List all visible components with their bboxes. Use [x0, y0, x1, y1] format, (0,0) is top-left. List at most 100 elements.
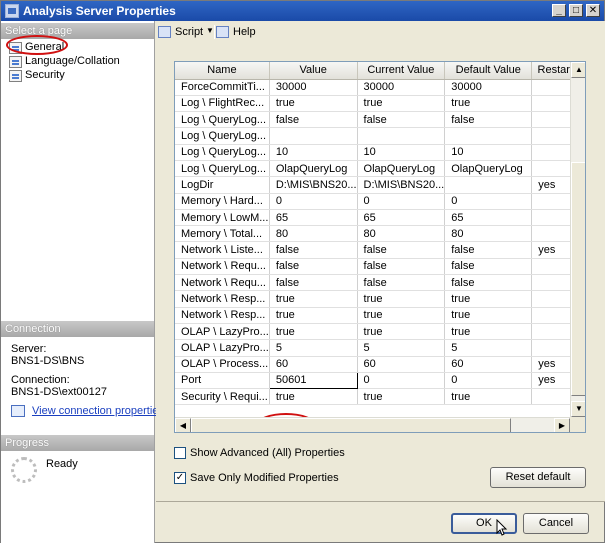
app-icon [5, 4, 19, 18]
property-value[interactable]: 65 [269, 209, 358, 227]
property-current-value: false [357, 274, 446, 292]
horizontal-scroll-thumb[interactable] [191, 418, 511, 432]
show-advanced-checkbox[interactable] [174, 447, 186, 459]
column-header-default-value[interactable]: Default Value [444, 62, 533, 80]
property-current-value: 0 [357, 193, 446, 210]
table-row[interactable]: Security \ Requi... true true true [175, 388, 580, 406]
table-row[interactable]: Memory \ Hard... 0 0 0 [175, 193, 580, 210]
property-name: OLAP \ Process... [175, 356, 270, 373]
table-row[interactable]: Network \ Resp... true true true [175, 290, 580, 308]
property-name: Log \ QueryLog... [175, 144, 270, 161]
server-label: Server: [11, 343, 47, 355]
property-value[interactable]: false [269, 241, 358, 259]
horizontal-scrollbar[interactable]: ◀ ▶ [175, 417, 570, 432]
property-current-value: 80 [357, 225, 446, 243]
column-header-value[interactable]: Value [269, 62, 358, 80]
port-value-input[interactable]: 50601 [268, 371, 358, 390]
property-value[interactable]: false [269, 258, 358, 276]
property-value[interactable]: true [269, 388, 358, 406]
table-row[interactable]: Network \ Requ... false false false [175, 258, 580, 276]
table-row[interactable]: LogDir D:\MIS\BNS20... D:\MIS\BNS20... yes [175, 176, 580, 194]
reset-default-button[interactable]: Reset default [490, 467, 586, 488]
server-value: BNS1-DS\BNS [11, 355, 85, 367]
property-default-value: false [444, 274, 533, 292]
property-default-value: 5 [444, 339, 533, 357]
properties-table: Name Value Current Value Default Value R… [175, 62, 580, 406]
property-value[interactable] [269, 127, 358, 145]
save-modified-checkbox[interactable]: ✓ [174, 472, 186, 484]
property-default-value [444, 176, 533, 194]
column-header-current-value[interactable]: Current Value [357, 62, 446, 80]
property-value[interactable]: true [269, 323, 358, 341]
title-bar[interactable]: Analysis Server Properties _ □ ✕ [1, 1, 604, 21]
property-current-value: 0 [357, 372, 446, 390]
table-row[interactable]: OLAP \ Process... 60 60 60 yes [175, 356, 580, 373]
properties-grid[interactable]: Name Value Current Value Default Value R… [174, 61, 586, 433]
scroll-up-arrow-icon[interactable]: ▲ [571, 62, 585, 78]
close-button[interactable]: ✕ [586, 4, 600, 17]
property-current-value: 10 [357, 144, 446, 161]
table-row[interactable]: OLAP \ LazyPro... 5 5 5 [175, 339, 580, 357]
property-value[interactable]: false [269, 111, 358, 129]
view-connection-properties-link[interactable]: View connection properties [32, 405, 164, 417]
property-value[interactable]: 80 [269, 225, 358, 243]
table-row[interactable]: Log \ QueryLog... false false false [175, 111, 580, 129]
maximize-button[interactable]: □ [569, 4, 583, 17]
scroll-right-arrow-icon[interactable]: ▶ [554, 418, 570, 432]
property-default-value: 0 [444, 193, 533, 210]
property-current-value: 65 [357, 209, 446, 227]
property-value[interactable]: 0 [269, 193, 358, 210]
table-row[interactable]: OLAP \ LazyPro... true true true [175, 323, 580, 341]
vertical-scroll-thumb[interactable] [571, 162, 585, 396]
table-row[interactable]: Network \ Requ... false false false [175, 274, 580, 292]
property-value[interactable]: OlapQueryLog [269, 160, 358, 178]
scroll-left-arrow-icon[interactable]: ◀ [175, 418, 191, 432]
window-title: Analysis Server Properties [23, 4, 176, 18]
table-row[interactable]: ForceCommitTi... 30000 30000 30000 [175, 79, 580, 96]
property-value[interactable]: true [269, 290, 358, 308]
table-row[interactable]: Log \ QueryLog... [175, 127, 580, 145]
property-default-value: true [444, 307, 533, 324]
grid-header-row: Name Value Current Value Default Value R… [175, 62, 580, 80]
property-name: Log \ QueryLog... [175, 127, 270, 145]
connection-properties-icon [11, 405, 25, 417]
page-icon [9, 56, 22, 68]
table-row-port[interactable]: Port 50601 0 0 yes [175, 371, 580, 390]
property-value[interactable]: true [269, 95, 358, 113]
property-default-value: 10 [444, 144, 533, 161]
property-value[interactable]: 30000 [269, 79, 358, 96]
scroll-down-arrow-icon[interactable]: ▼ [571, 401, 585, 417]
property-name: Log \ FlightRec... [175, 95, 270, 113]
property-default-value: true [444, 323, 533, 341]
property-value[interactable]: 60 [269, 356, 358, 373]
table-row[interactable]: Memory \ LowM... 65 65 65 [175, 209, 580, 227]
property-name: OLAP \ LazyPro... [175, 339, 270, 357]
property-value[interactable]: D:\MIS\BNS20... [269, 176, 358, 194]
table-row[interactable]: Network \ Liste... false false false yes [175, 241, 580, 259]
table-row[interactable]: Log \ QueryLog... OlapQueryLog OlapQueryLo… [175, 160, 580, 178]
property-value[interactable]: 10 [269, 144, 358, 161]
property-default-value: 0 [444, 372, 533, 390]
property-current-value: 60 [357, 356, 446, 373]
property-default-value: true [444, 290, 533, 308]
minimize-button[interactable]: _ [552, 4, 566, 17]
property-value[interactable]: 5 [269, 339, 358, 357]
property-name: Network \ Requ... [175, 258, 270, 276]
property-default-value: true [444, 95, 533, 113]
table-row[interactable]: Log \ FlightRec... true true true [175, 95, 580, 113]
property-value[interactable]: false [269, 274, 358, 292]
property-current-value: 5 [357, 339, 446, 357]
property-name: Network \ Requ... [175, 274, 270, 292]
property-name: Memory \ LowM... [175, 209, 270, 227]
column-header-name[interactable]: Name [175, 62, 270, 80]
table-row[interactable]: Memory \ Total... 80 80 80 [175, 225, 580, 243]
vertical-scrollbar[interactable]: ▲ ▼ [570, 62, 585, 417]
footer-divider [156, 501, 605, 502]
property-current-value: true [357, 388, 446, 406]
table-row[interactable]: Network \ Resp... true true true [175, 307, 580, 324]
chevron-down-icon[interactable]: ▼ [206, 26, 214, 35]
cancel-button[interactable]: Cancel [523, 513, 589, 534]
table-row[interactable]: Log \ QueryLog... 10 10 10 [175, 144, 580, 161]
property-value[interactable]: true [269, 307, 358, 324]
property-name: Log \ QueryLog... [175, 160, 270, 178]
